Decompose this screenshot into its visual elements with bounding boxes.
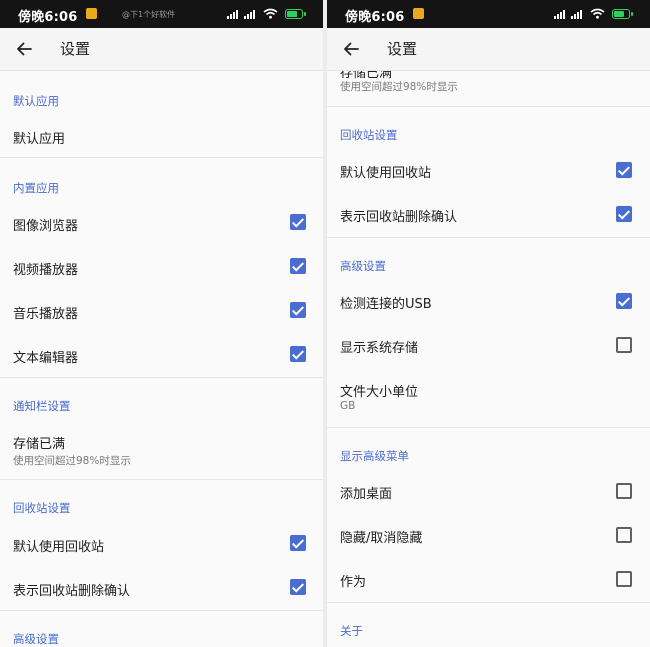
setting-text-editor[interactable]: 文本编辑器 <box>13 347 78 366</box>
section-header-advanced: 高级设置 <box>13 632 59 646</box>
divider <box>0 377 323 378</box>
setting-hide-unhide[interactable]: 隐藏/取消隐藏 <box>340 527 422 546</box>
setting-open-as[interactable]: 作为 <box>340 571 366 590</box>
settings-list: 存储已满 使用空间超过98%时显示 回收站设置 默认使用回收站 表示回收站删除确… <box>327 71 650 647</box>
setting-storage-full[interactable]: 存储已满 <box>13 433 65 452</box>
divider <box>0 610 323 611</box>
setting-add-to-desktop[interactable]: 添加桌面 <box>340 483 392 502</box>
status-icons <box>554 7 636 21</box>
checkbox-recycle-delete-confirm[interactable] <box>616 206 632 222</box>
checkbox-add-to-desktop[interactable] <box>616 483 632 499</box>
status-time: 傍晚6:06 <box>18 10 78 25</box>
section-header-recycle-bin: 回收站设置 <box>13 501 71 515</box>
signal-icon <box>554 10 568 19</box>
checkbox-text-editor[interactable] <box>290 346 306 362</box>
setting-recycle-delete-confirm[interactable]: 表示回收站删除确认 <box>13 580 130 599</box>
notification-icon <box>86 8 97 19</box>
wifi-icon <box>263 8 279 19</box>
divider <box>327 602 650 603</box>
setting-image-viewer[interactable]: 图像浏览器 <box>13 215 78 234</box>
checkbox-open-as[interactable] <box>616 571 632 587</box>
checkbox-music-player[interactable] <box>290 302 306 318</box>
divider <box>0 479 323 480</box>
section-header-builtin-apps: 内置应用 <box>13 181 59 195</box>
settings-panel-right: 傍晚6:06 设置 存储已满 使用空间超过98%时显示 回收站设置 默认使用回收… <box>327 0 650 647</box>
divider <box>327 106 650 107</box>
status-bar: 傍晚6:06 <box>327 0 650 28</box>
setting-storage-full-description: 使用空间超过98%时显示 <box>340 81 458 93</box>
status-time: 傍晚6:06 <box>345 10 405 25</box>
setting-use-recycle-bin[interactable]: 默认使用回收站 <box>13 536 104 555</box>
checkbox-use-recycle-bin[interactable] <box>290 535 306 551</box>
setting-use-recycle-bin[interactable]: 默认使用回收站 <box>340 162 431 181</box>
battery-icon <box>612 9 633 19</box>
status-bar: 傍晚6:06 @下1个好软件 <box>0 0 323 28</box>
setting-video-player[interactable]: 视频播放器 <box>13 259 78 278</box>
signal-icon-2 <box>244 10 258 19</box>
checkbox-recycle-delete-confirm[interactable] <box>290 579 306 595</box>
wifi-icon <box>590 8 606 19</box>
section-header-about: 关于 <box>340 624 363 638</box>
checkbox-use-recycle-bin[interactable] <box>616 162 632 178</box>
app-bar: 设置 <box>327 28 650 71</box>
divider <box>0 157 323 158</box>
status-icons <box>227 7 309 21</box>
signal-icon <box>227 10 241 19</box>
setting-show-system-storage[interactable]: 显示系统存储 <box>340 337 418 356</box>
settings-panel-left: 傍晚6:06 @下1个好软件 设置 默认应用 默认应用 内置应用 图像浏览器 视… <box>0 0 323 647</box>
app-bar: 设置 <box>0 28 323 71</box>
section-header-advanced: 高级设置 <box>340 259 386 273</box>
section-header-default-apps: 默认应用 <box>13 94 59 108</box>
page-title: 设置 <box>387 40 418 58</box>
watermark-text: @下1个好软件 <box>122 10 176 19</box>
setting-detect-usb[interactable]: 检测连接的USB <box>340 293 432 312</box>
checkbox-show-system-storage[interactable] <box>616 337 632 353</box>
checkbox-video-player[interactable] <box>290 258 306 274</box>
arrow-left-icon[interactable] <box>14 39 34 59</box>
section-header-advanced-menu: 显示高级菜单 <box>340 449 409 463</box>
setting-file-size-unit[interactable]: 文件大小单位 <box>340 381 418 400</box>
settings-list: 默认应用 默认应用 内置应用 图像浏览器 视频播放器 音乐播放器 文本编辑器 通… <box>0 71 323 647</box>
divider <box>327 237 650 238</box>
setting-default-apps[interactable]: 默认应用 <box>13 128 65 147</box>
setting-music-player[interactable]: 音乐播放器 <box>13 303 78 322</box>
setting-storage-full-description: 使用空间超过98%时显示 <box>13 455 131 467</box>
page-title: 设置 <box>60 40 91 58</box>
setting-file-size-unit-value: GB <box>340 400 356 412</box>
checkbox-hide-unhide[interactable] <box>616 527 632 543</box>
arrow-left-icon[interactable] <box>341 39 361 59</box>
checkbox-image-viewer[interactable] <box>290 214 306 230</box>
setting-recycle-delete-confirm[interactable]: 表示回收站删除确认 <box>340 206 457 225</box>
divider <box>327 427 650 428</box>
section-header-recycle-bin: 回收站设置 <box>340 128 398 142</box>
signal-icon-2 <box>571 10 585 19</box>
checkbox-detect-usb[interactable] <box>616 293 632 309</box>
battery-icon <box>285 9 306 19</box>
notification-icon <box>413 8 424 19</box>
section-header-notification: 通知栏设置 <box>13 399 71 413</box>
